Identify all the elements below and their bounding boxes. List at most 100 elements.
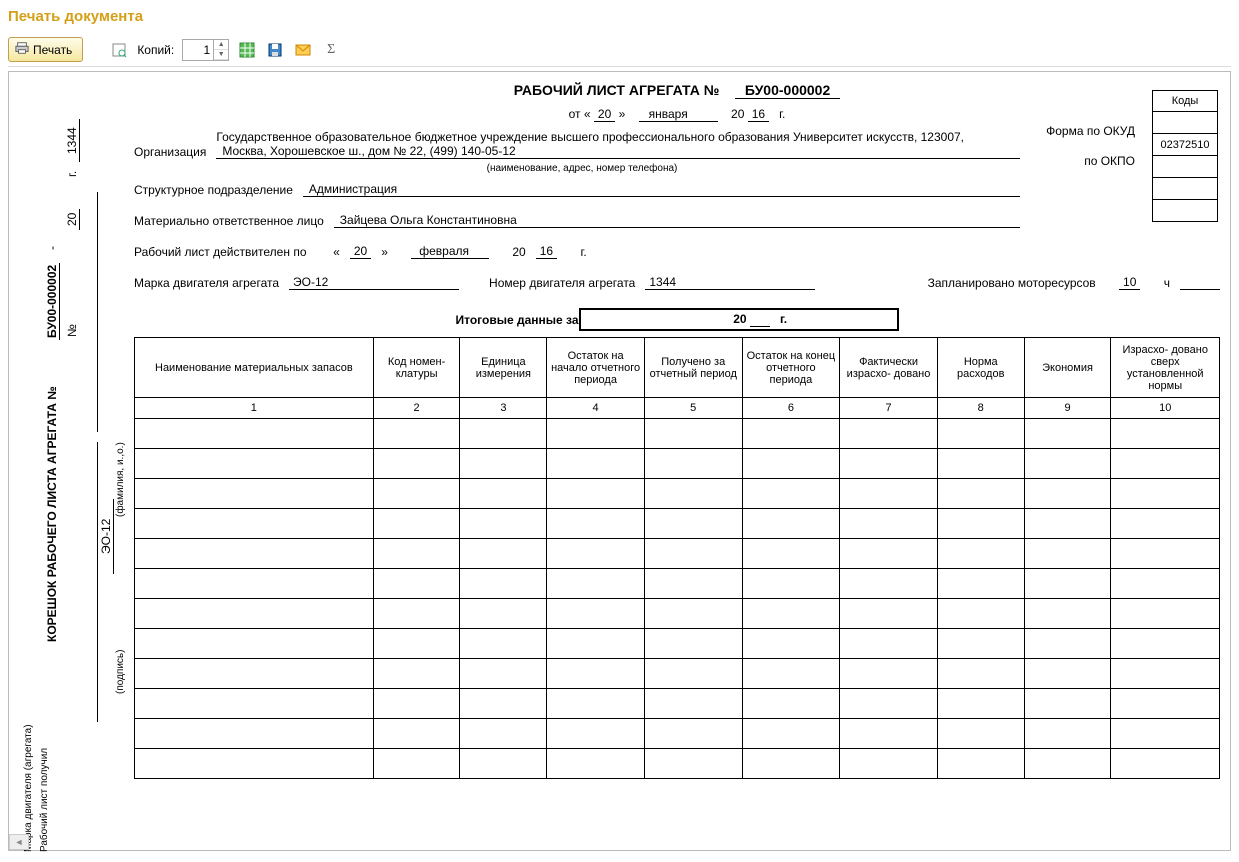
org-label: Организация [134, 145, 206, 159]
table-col-number: 7 [840, 398, 938, 419]
summary-year-suffix: г. [780, 312, 787, 326]
table-cell [460, 689, 547, 719]
engine-num-label: Номер двигателя агрегата [489, 276, 635, 290]
table-row [135, 599, 1220, 629]
table-cell [373, 599, 460, 629]
table-cell [460, 659, 547, 689]
valid-month: февраля [411, 244, 489, 259]
table-cell [742, 539, 840, 569]
table-cell [840, 419, 938, 449]
mail-icon[interactable] [293, 40, 313, 60]
print-label: Печать [33, 43, 72, 57]
table-header-row: Наименование материальных запасовКод ном… [135, 338, 1220, 398]
printer-icon [15, 41, 29, 58]
table-row [135, 539, 1220, 569]
table-cell [135, 629, 374, 659]
table-cell [547, 659, 645, 689]
table-cell [1111, 539, 1220, 569]
table-row [135, 479, 1220, 509]
table-header: Израсхо- довано сверх установленной норм… [1111, 338, 1220, 398]
table-cell [1111, 479, 1220, 509]
table-col-number: 10 [1111, 398, 1220, 419]
table-cell [1024, 479, 1111, 509]
table-cell [644, 719, 742, 749]
engine-num: 1344 [645, 275, 815, 290]
stub-title: КОРЕШОК РАБОЧЕГО ЛИСТА АГРЕГАТА № [45, 386, 59, 642]
table-cell [742, 419, 840, 449]
doc-number: БУ00-000002 [735, 82, 840, 99]
table-row [135, 419, 1220, 449]
table-cell [460, 719, 547, 749]
table-cell [1024, 509, 1111, 539]
table-cell [937, 539, 1024, 569]
table-cell [742, 449, 840, 479]
summary-header: Итоговые данные за 20 г. [134, 308, 1220, 331]
table-cell [644, 539, 742, 569]
table-cell [937, 599, 1024, 629]
table-cell [460, 509, 547, 539]
table-cell [547, 509, 645, 539]
spinner-up-icon[interactable]: ▲ [214, 40, 228, 50]
engine-brand-label: Марка двигателя агрегата [134, 276, 279, 290]
table-cell [840, 569, 938, 599]
table-cell [135, 419, 374, 449]
table-cell [1024, 539, 1111, 569]
table-cell [1024, 659, 1111, 689]
table-cell [1111, 629, 1220, 659]
table-cell [1111, 719, 1220, 749]
sigma-icon[interactable]: Σ [321, 40, 341, 60]
table-cell [547, 689, 645, 719]
data-table: Наименование материальных запасовКод ном… [134, 337, 1220, 779]
table-header: Наименование материальных запасов [135, 338, 374, 398]
table-cell [937, 509, 1024, 539]
dept-value: Администрация [303, 182, 1020, 197]
table-cell [644, 479, 742, 509]
print-button[interactable]: Печать [8, 37, 83, 62]
table-cell [742, 749, 840, 779]
table-header: Фактически израсхо- довано [840, 338, 938, 398]
save-icon[interactable] [265, 40, 285, 60]
table-cell [937, 689, 1024, 719]
table-cell [1111, 569, 1220, 599]
scroll-left-icon[interactable]: ◄ [9, 834, 29, 850]
plan-unit: ч [1164, 276, 1170, 290]
stub-strip-2: ЭО-12 (фамилия, и.,о.) (подпись) [89, 82, 134, 820]
table-cell [742, 599, 840, 629]
table-cell [1024, 749, 1111, 779]
org-value-1: Государственное образовательное бюджетно… [216, 130, 1020, 144]
table-cell [1111, 419, 1220, 449]
table-cell [937, 449, 1024, 479]
spinner-down-icon[interactable]: ▼ [214, 50, 228, 60]
table-col-number: 3 [460, 398, 547, 419]
table-row [135, 509, 1220, 539]
stub-dash: - [45, 246, 59, 250]
preview-icon[interactable] [109, 40, 129, 60]
table-row [135, 719, 1220, 749]
table-cell [1024, 569, 1111, 599]
table-cell [644, 749, 742, 779]
window-title: Печать документа [8, 8, 1231, 25]
date-month: января [639, 107, 718, 122]
table-cell [460, 569, 547, 599]
table-cell [840, 509, 938, 539]
copies-input[interactable] [183, 43, 213, 57]
table-cell [644, 419, 742, 449]
table-cell [1024, 629, 1111, 659]
document-body: РАБОЧИЙ ЛИСТ АГРЕГАТА № БУ00-000002 от «… [134, 82, 1220, 820]
table-col-number: 4 [547, 398, 645, 419]
summary-box: 20 г. [579, 308, 899, 331]
table-cell [547, 599, 645, 629]
table-cell [937, 749, 1024, 779]
table-col-number: 8 [937, 398, 1024, 419]
codes-empty-2 [1153, 178, 1218, 200]
table-cell [742, 659, 840, 689]
table-icon[interactable] [237, 40, 257, 60]
table-cell [547, 479, 645, 509]
table-cell [840, 599, 938, 629]
copies-spinner[interactable]: ▲ ▼ [182, 39, 229, 61]
table-cell [1111, 689, 1220, 719]
person-label: Материально ответственное лицо [134, 214, 324, 228]
table-cell [1111, 749, 1220, 779]
table-cell [644, 449, 742, 479]
table-cell [135, 449, 374, 479]
